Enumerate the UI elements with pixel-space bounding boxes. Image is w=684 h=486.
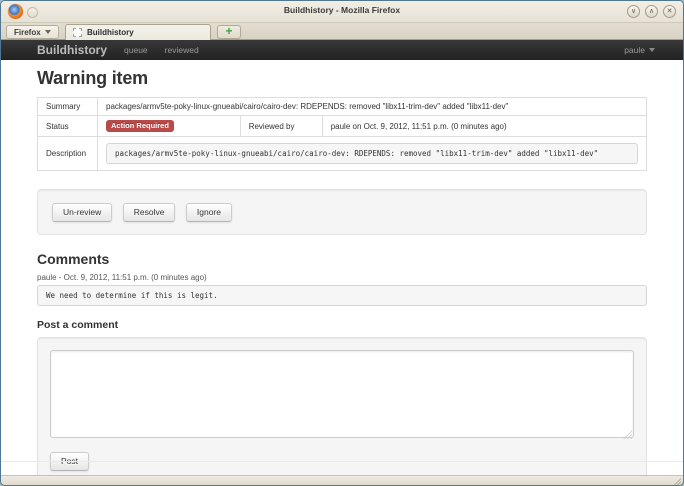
comment-input[interactable] [50, 350, 634, 438]
firefox-menu-button[interactable]: Firefox [6, 25, 59, 39]
comment-item: paule - Oct. 9, 2012, 11:51 p.m. (0 minu… [37, 273, 647, 306]
tab-label: Buildhistory [87, 28, 134, 37]
window-title: Buildhistory - Mozilla Firefox [1, 5, 683, 15]
status-badge: Action Required [106, 120, 174, 132]
summary-label: Summary [38, 98, 98, 116]
table-row-status: Status Action Required Reviewed by paule… [38, 116, 647, 137]
nav-link-queue[interactable]: queue [124, 45, 148, 55]
tab-favicon-placeholder-icon [73, 28, 82, 37]
reviewed-by-value: paule on Oct. 9, 2012, 11:51 p.m. (0 min… [322, 116, 646, 137]
warning-details-table: Summary packages/armv5te-poky-linux-gnue… [37, 97, 647, 171]
app-navbar: Buildhistory queue reviewed paule [1, 40, 683, 60]
navbar-brand[interactable]: Buildhistory [37, 43, 107, 57]
chevron-down-icon [649, 48, 655, 52]
status-label: Status [38, 116, 98, 137]
comment-meta: paule - Oct. 9, 2012, 11:51 p.m. (0 minu… [37, 273, 647, 282]
resolve-button[interactable]: Resolve [123, 203, 176, 222]
ignore-button[interactable]: Ignore [186, 203, 232, 222]
titlebar: Buildhistory - Mozilla Firefox ∨ ∧ ✕ [1, 1, 683, 23]
browser-window: Buildhistory - Mozilla Firefox ∨ ∧ ✕ Fir… [0, 0, 684, 486]
nav-link-reviewed[interactable]: reviewed [165, 45, 199, 55]
description-cell: packages/armv5te-poky-linux-gnueabi/cair… [98, 137, 647, 171]
status-bar [1, 475, 683, 485]
summary-value: packages/armv5te-poky-linux-gnueabi/cair… [98, 98, 647, 116]
comment-body: We need to determine if this is legit. [37, 285, 647, 306]
tab-strip: Firefox Buildhistory + [1, 23, 683, 40]
chevron-down-icon [45, 30, 51, 34]
reviewed-by-label: Reviewed by [240, 116, 322, 137]
un-review-button[interactable]: Un-review [52, 203, 112, 222]
user-dropdown[interactable]: paule [624, 45, 655, 55]
actions-well: Un-review Resolve Ignore [37, 189, 647, 235]
post-comment-heading: Post a comment [37, 319, 647, 331]
table-row-description: Description packages/armv5te-poky-linux-… [38, 137, 647, 171]
firefox-menu-label: Firefox [14, 28, 41, 37]
description-label: Description [38, 137, 98, 171]
user-name: paule [624, 45, 645, 55]
window-controls: ∨ ∧ ✕ [627, 5, 676, 18]
resize-grip-icon[interactable] [623, 430, 632, 439]
page-content: Warning item Summary packages/armv5te-po… [1, 60, 683, 475]
minimize-button[interactable]: ∨ [627, 5, 640, 18]
table-row-summary: Summary packages/armv5te-poky-linux-gnue… [38, 98, 647, 116]
window-resize-grip[interactable] [673, 477, 681, 485]
status-cell: Action Required [98, 116, 241, 137]
footer-divider [1, 461, 683, 462]
comments-heading: Comments [37, 251, 647, 267]
new-tab-button[interactable]: + [217, 25, 241, 39]
post-comment-well: Post [37, 337, 647, 475]
maximize-button[interactable]: ∧ [645, 5, 658, 18]
close-button[interactable]: ✕ [663, 5, 676, 18]
description-code: packages/armv5te-poky-linux-gnueabi/cair… [106, 143, 638, 164]
page-title: Warning item [37, 68, 647, 89]
tab-buildhistory[interactable]: Buildhistory [65, 24, 211, 40]
